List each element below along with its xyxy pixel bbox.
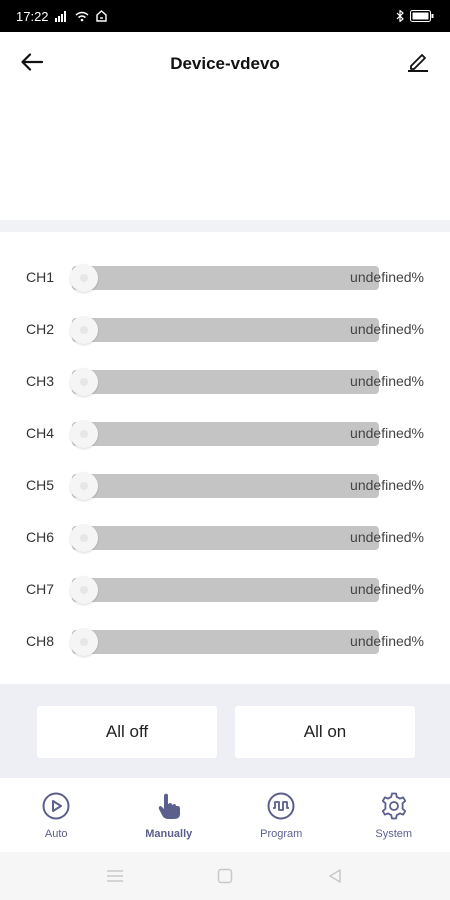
nav-label: System [375, 828, 413, 840]
section-divider [0, 220, 450, 232]
channel-list: CH1 undefined% CH2 undefined% CH3 undefi… [0, 232, 450, 684]
home-icon[interactable] [215, 866, 235, 886]
back-button[interactable] [18, 50, 46, 78]
app-header: Device-vdevo [0, 32, 450, 96]
page-title: Device-vdevo [170, 54, 280, 73]
nav-item-program[interactable]: Program [225, 778, 338, 852]
channel-slider-ch5[interactable] [70, 472, 379, 500]
channel-slider-ch4[interactable] [70, 420, 379, 448]
nav-label: Manually [145, 828, 193, 840]
channel-value: undefined% [350, 633, 424, 649]
status-time: 17:22 [16, 8, 49, 24]
channel-row-ch1: CH1 undefined% [0, 258, 450, 298]
channel-value: undefined% [350, 581, 424, 597]
gear-icon [378, 790, 410, 822]
slider-thumb[interactable] [70, 420, 98, 448]
channel-label: CH5 [26, 477, 55, 493]
channel-value: undefined% [350, 477, 424, 493]
system-nav-bar [0, 852, 450, 900]
channel-row-ch6: CH6 undefined% [0, 518, 450, 558]
channel-value: undefined% [350, 529, 424, 545]
channel-slider-ch6[interactable] [70, 524, 379, 552]
signal-icon [54, 10, 69, 22]
header-blank-area [0, 96, 450, 220]
nav-item-auto[interactable]: Auto [0, 778, 113, 852]
nav-item-system[interactable]: System [338, 778, 450, 852]
menu-icon[interactable] [105, 866, 125, 886]
slider-thumb[interactable] [70, 576, 98, 604]
waveform-icon [265, 790, 297, 822]
channel-slider-ch3[interactable] [70, 368, 379, 396]
channel-row-ch5: CH5 undefined% [0, 466, 450, 506]
back-arrow-icon [21, 52, 44, 76]
channel-slider-ch1[interactable] [70, 264, 379, 292]
channel-value: undefined% [350, 373, 424, 389]
slider-thumb[interactable] [70, 628, 98, 656]
status-bar: 17:22 [0, 0, 450, 32]
all-off-button[interactable]: All off [37, 706, 217, 758]
nav-label: Auto [44, 828, 68, 840]
back-triangle-icon[interactable] [325, 866, 345, 886]
channel-value: undefined% [350, 321, 424, 337]
nav-label: Program [260, 828, 303, 840]
slider-thumb[interactable] [70, 524, 98, 552]
slider-thumb[interactable] [70, 368, 98, 396]
channel-slider-ch7[interactable] [70, 576, 379, 604]
channel-row-ch7: CH7 undefined% [0, 570, 450, 610]
channel-row-ch3: CH3 undefined% [0, 362, 450, 402]
channel-label: CH7 [26, 581, 55, 597]
channel-label: CH8 [26, 633, 55, 649]
bottom-nav: Auto Manually Program System [0, 778, 450, 852]
hand-pointer-icon [153, 790, 185, 822]
slider-thumb[interactable] [70, 472, 98, 500]
channel-slider-ch2[interactable] [70, 316, 379, 344]
nav-item-manually[interactable]: Manually [113, 778, 226, 852]
slider-thumb[interactable] [70, 316, 98, 344]
status-right [396, 10, 434, 22]
data-icon [95, 10, 108, 22]
action-button-area: All off All on [0, 684, 450, 778]
channel-slider-ch8[interactable] [70, 628, 379, 656]
channel-value: undefined% [350, 269, 424, 285]
channel-value: undefined% [350, 425, 424, 441]
play-circle-icon [40, 790, 72, 822]
all-on-button[interactable]: All on [235, 706, 415, 758]
channel-label: CH6 [26, 529, 55, 545]
channel-label: CH1 [26, 269, 55, 285]
bluetooth-icon [396, 10, 404, 22]
status-left: 17:22 [16, 9, 108, 24]
edit-pencil-icon [407, 52, 429, 77]
battery-icon [410, 10, 434, 22]
channel-row-ch4: CH4 undefined% [0, 414, 450, 454]
wifi-icon [75, 11, 89, 22]
slider-thumb[interactable] [70, 264, 98, 292]
edit-button[interactable] [404, 50, 432, 78]
channel-label: CH4 [26, 425, 55, 441]
channel-row-ch8: CH8 undefined% [0, 622, 450, 662]
channel-row-ch2: CH2 undefined% [0, 310, 450, 350]
channel-label: CH2 [26, 321, 55, 337]
device-screen: 17:22 Device-vdevo CH1 undefined% CH2 un… [0, 0, 450, 900]
channel-label: CH3 [26, 373, 55, 389]
